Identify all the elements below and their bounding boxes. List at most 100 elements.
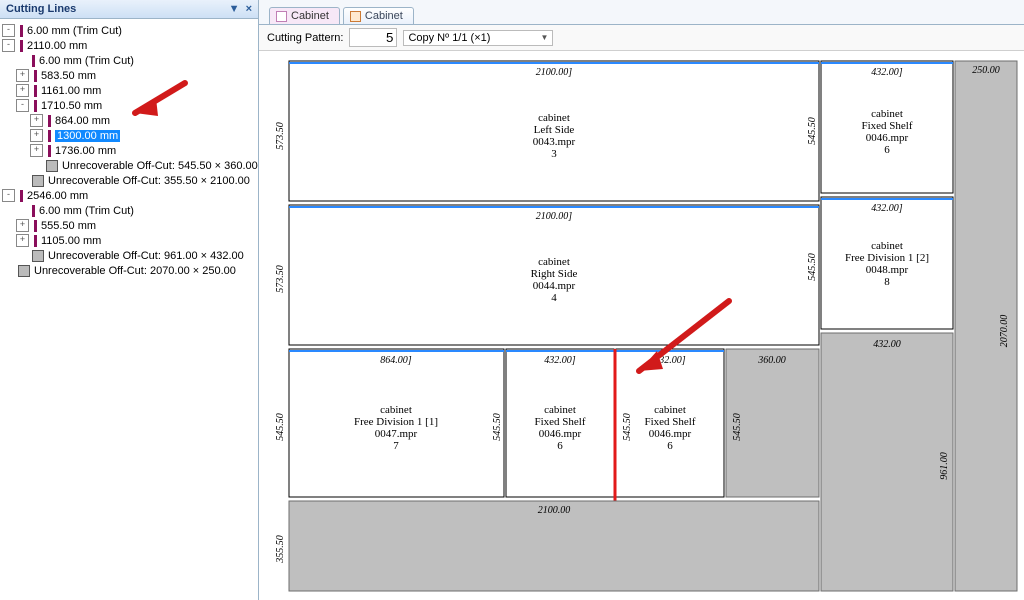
svg-text:cabinet: cabinet	[538, 256, 570, 268]
tab-icon	[350, 11, 361, 22]
tree-label: Unrecoverable Off-Cut: 355.50 × 2100.00	[48, 175, 250, 187]
cut-line-icon	[32, 55, 35, 67]
svg-text:7: 7	[393, 440, 399, 452]
pin-icon[interactable]: ▼	[229, 3, 240, 15]
tree-row[interactable]: +1161.00 mm	[2, 83, 258, 98]
tree-label: 1105.00 mm	[41, 235, 101, 247]
svg-text:cabinet: cabinet	[871, 108, 903, 120]
tree-label: 2110.00 mm	[27, 40, 87, 52]
offcut-right-mid: 432.00 961.00	[821, 333, 953, 591]
svg-text:432.00: 432.00	[873, 339, 901, 350]
tree-expander[interactable]: +	[16, 69, 29, 82]
svg-text:Right Side: Right Side	[531, 268, 578, 280]
side-panel: Cutting Lines ▼ × -6.00 mm (Trim Cut)-21…	[0, 0, 259, 600]
cut-line-icon	[48, 130, 51, 142]
tree-row[interactable]: Unrecoverable Off-Cut: 355.50 × 2100.00	[2, 173, 258, 188]
tree-label: Unrecoverable Off-Cut: 2070.00 × 250.00	[34, 265, 236, 277]
svg-text:0044.mpr: 0044.mpr	[533, 280, 576, 292]
offcut-icon	[32, 250, 44, 262]
cut-line-icon	[34, 85, 37, 97]
tree-expander	[16, 55, 27, 66]
tab-label: Cabinet	[365, 10, 403, 22]
tree-row[interactable]: +555.50 mm	[2, 218, 258, 233]
tree-expander	[16, 205, 27, 216]
pattern-canvas[interactable]: 250.00 2070.00 2100.00] 573.50 cabinet L…	[259, 51, 1024, 600]
cut-line-icon	[34, 100, 37, 112]
svg-text:573.50: 573.50	[275, 122, 286, 150]
tree-expander[interactable]: +	[16, 234, 29, 247]
tree-expander[interactable]: +	[30, 114, 43, 127]
svg-text:6: 6	[884, 144, 890, 156]
svg-text:355.50: 355.50	[275, 535, 286, 564]
tree-row[interactable]: -6.00 mm (Trim Cut)	[2, 23, 258, 38]
tree-row[interactable]: 6.00 mm (Trim Cut)	[2, 203, 258, 218]
tree-row[interactable]: +1736.00 mm	[2, 143, 258, 158]
tree-expander	[16, 175, 27, 186]
tree-row[interactable]: +864.00 mm	[2, 113, 258, 128]
svg-text:360.00: 360.00	[757, 355, 786, 366]
svg-text:250.00: 250.00	[972, 65, 1000, 76]
tree-expander[interactable]: -	[2, 24, 15, 37]
tree-label: 1710.50 mm	[41, 100, 102, 112]
piece-free-div-2: 432.00] 545.50 cabinet Free Division 1 […	[807, 197, 953, 329]
tree-label: 6.00 mm (Trim Cut)	[39, 55, 134, 67]
tree-row[interactable]: Unrecoverable Off-Cut: 961.00 × 432.00	[2, 248, 258, 263]
svg-text:Fixed Shelf: Fixed Shelf	[861, 120, 912, 132]
cut-line-icon	[34, 70, 37, 82]
tree-row[interactable]: +1105.00 mm	[2, 233, 258, 248]
tree-expander[interactable]: +	[16, 84, 29, 97]
tree-row[interactable]: -1710.50 mm	[2, 98, 258, 113]
tree-expander[interactable]: +	[30, 144, 43, 157]
tree-row[interactable]: 6.00 mm (Trim Cut)	[2, 53, 258, 68]
svg-text:0046.mpr: 0046.mpr	[866, 132, 909, 144]
copy-combo-text: Copy Nº 1/1 (×1)	[408, 32, 490, 44]
tree-label: 1300.00 mm	[55, 130, 120, 142]
svg-text:2100.00]: 2100.00]	[536, 67, 573, 78]
svg-text:545.50: 545.50	[807, 253, 818, 281]
cut-line-icon	[20, 25, 23, 37]
svg-text:0047.mpr: 0047.mpr	[375, 428, 418, 440]
tree-label: 6.00 mm (Trim Cut)	[27, 25, 122, 37]
tree-expander	[30, 160, 41, 171]
tab-cabinet-1[interactable]: Cabinet	[269, 7, 340, 24]
svg-text:Free Division 1 [2]: Free Division 1 [2]	[845, 252, 929, 264]
tree-label: Unrecoverable Off-Cut: 545.50 × 360.00	[62, 160, 258, 172]
tab-bar: Cabinet Cabinet	[259, 0, 1024, 25]
svg-text:0046.mpr: 0046.mpr	[649, 428, 692, 440]
tree-row[interactable]: +1300.00 mm	[2, 128, 258, 143]
cut-line-icon	[20, 40, 23, 52]
tab-cabinet-2[interactable]: Cabinet	[343, 7, 414, 24]
chevron-down-icon: ▼	[541, 33, 549, 42]
svg-text:8: 8	[884, 276, 890, 288]
tree-expander[interactable]: -	[16, 99, 29, 112]
tree-row[interactable]: +583.50 mm	[2, 68, 258, 83]
svg-text:cabinet: cabinet	[538, 112, 570, 124]
copy-combo[interactable]: Copy Nº 1/1 (×1) ▼	[403, 30, 553, 46]
svg-text:Fixed Shelf: Fixed Shelf	[644, 416, 695, 428]
cut-line-icon	[48, 145, 51, 157]
cut-line-icon	[32, 205, 35, 217]
pattern-number-input[interactable]	[349, 28, 397, 47]
svg-text:864.00]: 864.00]	[380, 355, 412, 366]
close-icon[interactable]: ×	[246, 3, 252, 15]
piece-fixed-shelf-3: 432.00] 545.50 cabinet Fixed Shelf 0046.…	[616, 349, 724, 497]
piece-fixed-shelf-1: 432.00] 545.50 cabinet Fixed Shelf 0046.…	[807, 61, 953, 193]
tree-view[interactable]: -6.00 mm (Trim Cut)-2110.00 mm6.00 mm (T…	[0, 19, 258, 600]
svg-text:Free Division 1 [1]: Free Division 1 [1]	[354, 416, 438, 428]
tree-row[interactable]: Unrecoverable Off-Cut: 545.50 × 360.00	[2, 158, 258, 173]
cut-line-icon	[20, 190, 23, 202]
tree-row[interactable]: -2546.00 mm	[2, 188, 258, 203]
tree-expander[interactable]: -	[2, 39, 15, 52]
svg-text:545.50: 545.50	[732, 413, 743, 441]
tree-row[interactable]: -2110.00 mm	[2, 38, 258, 53]
cut-line-icon	[34, 220, 37, 232]
offcut-icon	[18, 265, 30, 277]
svg-text:961.00: 961.00	[939, 452, 950, 480]
panel-title: Cutting Lines	[6, 3, 76, 15]
tree-expander[interactable]: +	[16, 219, 29, 232]
tree-expander[interactable]: -	[2, 189, 15, 202]
tree-expander[interactable]: +	[30, 129, 43, 142]
tree-row[interactable]: Unrecoverable Off-Cut: 2070.00 × 250.00	[2, 263, 258, 278]
tab-icon	[276, 11, 287, 22]
svg-text:4: 4	[551, 292, 557, 304]
